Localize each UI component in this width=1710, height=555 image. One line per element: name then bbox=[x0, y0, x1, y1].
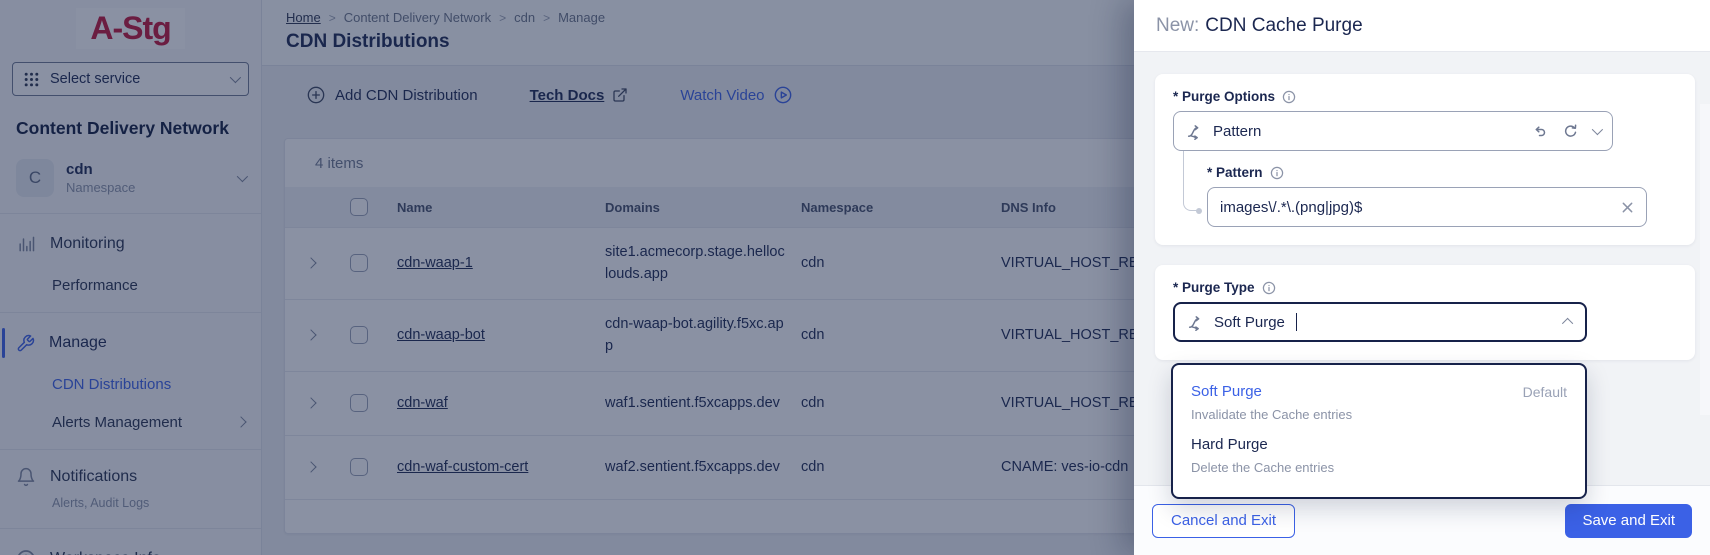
save-and-exit-button[interactable]: Save and Exit bbox=[1565, 504, 1692, 538]
purge-type-select[interactable]: Soft Purge bbox=[1173, 302, 1587, 342]
info-icon[interactable] bbox=[1270, 166, 1284, 180]
clear-input-icon[interactable] bbox=[1621, 201, 1634, 214]
workspace: A-Stg Select service Content Delivery Ne… bbox=[0, 0, 1134, 555]
option-description: Delete the Cache entries bbox=[1191, 460, 1567, 475]
dropdown-option-hard-purge[interactable]: Hard Purge Delete the Cache entries bbox=[1173, 432, 1585, 485]
drawer-title-prefix: New: bbox=[1156, 15, 1199, 37]
cancel-and-exit-button[interactable]: Cancel and Exit bbox=[1152, 504, 1295, 538]
field-connector-line bbox=[1183, 151, 1199, 211]
option-title: Hard Purge bbox=[1191, 436, 1268, 453]
modal-dim-overlay[interactable] bbox=[0, 0, 1134, 555]
purge-type-value: Soft Purge bbox=[1214, 314, 1285, 331]
drawer-header: New: CDN Cache Purge bbox=[1134, 0, 1710, 52]
option-default-badge: Default bbox=[1523, 384, 1567, 400]
undo-icon[interactable] bbox=[1532, 123, 1548, 139]
chevron-down-icon[interactable] bbox=[1592, 124, 1603, 135]
cache-purge-drawer: New: CDN Cache Purge * Purge Options bbox=[1134, 0, 1710, 555]
purge-options-select[interactable]: Pattern bbox=[1173, 111, 1613, 151]
chevron-up-icon[interactable] bbox=[1562, 318, 1573, 329]
option-description: Invalidate the Cache entries bbox=[1191, 407, 1567, 422]
dropdown-option-soft-purge[interactable]: Soft Purge Default Invalidate the Cache … bbox=[1173, 379, 1585, 432]
purge-options-label: * Purge Options bbox=[1173, 89, 1275, 104]
branch-icon bbox=[1187, 314, 1204, 331]
text-cursor bbox=[1296, 313, 1298, 331]
purge-type-card: * Purge Type Soft Purge bbox=[1155, 265, 1695, 360]
info-icon[interactable] bbox=[1262, 281, 1276, 295]
info-icon[interactable] bbox=[1282, 90, 1296, 104]
purge-type-dropdown: Soft Purge Default Invalidate the Cache … bbox=[1171, 363, 1587, 499]
pattern-label: * Pattern bbox=[1207, 165, 1263, 180]
purge-options-value: Pattern bbox=[1213, 123, 1522, 140]
reset-refresh-icon[interactable] bbox=[1562, 123, 1578, 139]
pattern-input-value: images\/.*\.(png|jpg)$ bbox=[1220, 199, 1621, 216]
pattern-input[interactable]: images\/.*\.(png|jpg)$ bbox=[1207, 187, 1647, 227]
app-root: A-Stg Select service Content Delivery Ne… bbox=[0, 0, 1710, 555]
drawer-title: CDN Cache Purge bbox=[1205, 15, 1362, 37]
branch-icon bbox=[1186, 123, 1203, 140]
purge-options-card: * Purge Options Pattern bbox=[1155, 74, 1695, 245]
pattern-field-group: * Pattern images\/.*\.(png|jpg)$ bbox=[1207, 165, 1677, 227]
option-title: Soft Purge bbox=[1191, 383, 1262, 400]
drawer-scrollbar[interactable] bbox=[1700, 104, 1710, 415]
drawer-body: * Purge Options Pattern bbox=[1134, 52, 1710, 485]
purge-type-label: * Purge Type bbox=[1173, 280, 1255, 295]
